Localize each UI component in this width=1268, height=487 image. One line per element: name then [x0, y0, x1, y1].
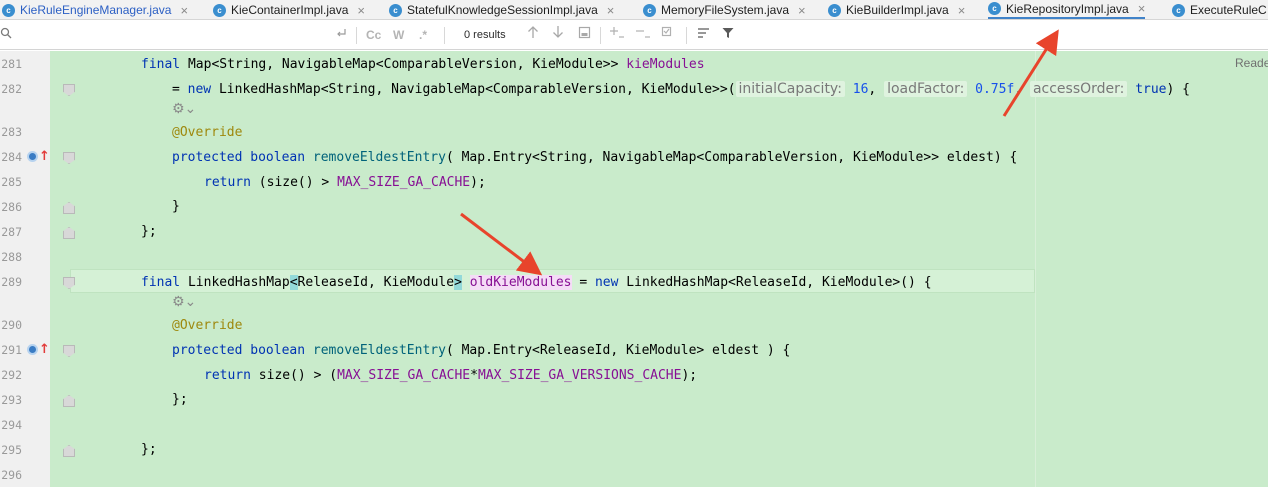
add-occurrence-icon[interactable] [610, 21, 625, 50]
class-icon: c [828, 3, 841, 17]
gear-icon[interactable]: ⚙⌄ [172, 101, 196, 117]
line-number: 288 [1, 250, 22, 264]
code-line-287: }; [141, 224, 157, 239]
line-number: 293 [1, 393, 22, 407]
separator [600, 27, 601, 44]
code-line-290: @Override [172, 318, 243, 333]
code-line-283: @Override [172, 125, 243, 140]
line-number: 294 [1, 418, 22, 432]
arrow-down-icon[interactable] [552, 21, 564, 50]
line-number: 286 [1, 200, 22, 214]
arrow-up-icon[interactable] [527, 21, 539, 50]
line-number: 290 [1, 318, 22, 332]
close-icon[interactable]: × [1138, 1, 1146, 16]
tab-kiecontainerimpl[interactable]: c KieContainerImpl.java × [213, 0, 365, 19]
tab-label: StatefulKnowledgeSessionImpl.java [407, 3, 598, 17]
class-icon: c [1172, 3, 1185, 17]
class-icon: c [643, 3, 656, 17]
code-line-289: final LinkedHashMap<ReleaseId, KieModule… [141, 275, 932, 290]
regex-toggle[interactable]: .* [419, 28, 427, 42]
tab-label: MemoryFileSystem.java [661, 3, 790, 17]
tab-kierepositoryimpl[interactable]: c KieRepositoryImpl.java × [988, 0, 1146, 19]
matched-bracket: > [454, 275, 462, 290]
separator [686, 27, 687, 44]
matched-bracket: < [289, 275, 298, 290]
remove-occurrence-icon[interactable] [636, 21, 651, 50]
code-line-293: }; [172, 392, 188, 407]
tab-label: KieContainerImpl.java [231, 3, 349, 17]
gutter-strip [50, 51, 70, 487]
filter-lines-icon[interactable] [697, 21, 710, 50]
find-bar: Cc W .* 0 results [0, 21, 1268, 50]
highlighted-variable: oldKieModules [469, 275, 572, 290]
line-number: 284 [1, 150, 22, 164]
filter-icon[interactable] [722, 21, 734, 50]
tab-kieruleenginemanager[interactable]: c KieRuleEngineManager.java × [2, 0, 188, 19]
tab-memoryfilesystem[interactable]: c MemoryFileSystem.java × [643, 0, 806, 19]
tab-statefulknowledgesessionimpl[interactable]: c StatefulKnowledgeSessionImpl.java × [389, 0, 615, 19]
line-number: 283 [1, 125, 22, 139]
class-icon: c [389, 3, 402, 17]
search-input[interactable] [14, 25, 314, 45]
tab-label: ExecuteRuleC [1190, 3, 1267, 17]
close-icon[interactable]: × [180, 3, 188, 18]
line-number: 292 [1, 368, 22, 382]
line-number: 291 [1, 343, 22, 357]
select-all-occurrences-icon[interactable] [578, 21, 591, 50]
tab-label: KieRepositoryImpl.java [1006, 1, 1129, 16]
close-icon[interactable]: × [357, 3, 365, 18]
line-number: 296 [1, 468, 22, 482]
code-line-295: }; [141, 442, 157, 457]
inlay-hint: initialCapacity: [735, 81, 845, 97]
class-icon: c [988, 2, 1001, 15]
separator [444, 27, 445, 44]
search-results-count: 0 results [464, 29, 506, 41]
line-number: 295 [1, 443, 22, 457]
close-icon[interactable]: × [798, 3, 806, 18]
class-icon: c [213, 3, 226, 17]
close-icon[interactable]: × [958, 3, 966, 18]
words-toggle[interactable]: W [393, 28, 404, 42]
code-line-284: protected boolean removeEldestEntry( Map… [172, 150, 1018, 165]
tab-label: KieRuleEngineManager.java [20, 3, 172, 17]
right-margin-guide [1035, 51, 1036, 487]
override-icon[interactable]: ↑ [27, 342, 50, 357]
close-icon[interactable]: × [607, 3, 615, 18]
tab-executerule[interactable]: c ExecuteRuleC [1172, 0, 1267, 19]
separator [356, 27, 357, 44]
tab-kiebuilderimpl[interactable]: c KieBuilderImpl.java × [828, 0, 966, 19]
line-number: 285 [1, 175, 22, 189]
code-line-292: return size() > (MAX_SIZE_GA_CACHE*MAX_S… [204, 368, 698, 383]
match-case-toggle[interactable]: Cc [366, 28, 381, 42]
code-line-286: } [172, 199, 180, 214]
code-editor[interactable]: Reade 281 282 283 284 285 286 287 288 28… [0, 51, 1268, 487]
reader-mode-button[interactable]: Reade [1235, 56, 1268, 70]
search-icon[interactable] [0, 21, 12, 50]
class-icon: c [2, 3, 15, 17]
code-line-291: protected boolean removeEldestEntry( Map… [172, 343, 791, 358]
newline-icon[interactable] [335, 21, 347, 50]
code-line-281: final Map<String, NavigableMap<Comparabl… [141, 57, 705, 72]
editor-tab-bar: c KieRuleEngineManager.java × c KieConta… [0, 0, 1268, 20]
select-all-icon[interactable] [661, 21, 676, 50]
gear-icon[interactable]: ⚙⌄ [172, 294, 196, 310]
inlay-hint: accessOrder: [1029, 81, 1128, 97]
inlay-hint: loadFactor: [884, 81, 968, 97]
line-number: 287 [1, 225, 22, 239]
line-number: 289 [1, 275, 22, 289]
code-line-285: return (size() > MAX_SIZE_GA_CACHE); [204, 175, 486, 190]
code-line-282: = new LinkedHashMap<String, NavigableMap… [172, 81, 1190, 97]
line-number: 281 [1, 57, 22, 71]
tab-label: KieBuilderImpl.java [846, 3, 949, 17]
override-icon[interactable]: ↑ [27, 149, 50, 164]
line-number: 282 [1, 82, 22, 96]
